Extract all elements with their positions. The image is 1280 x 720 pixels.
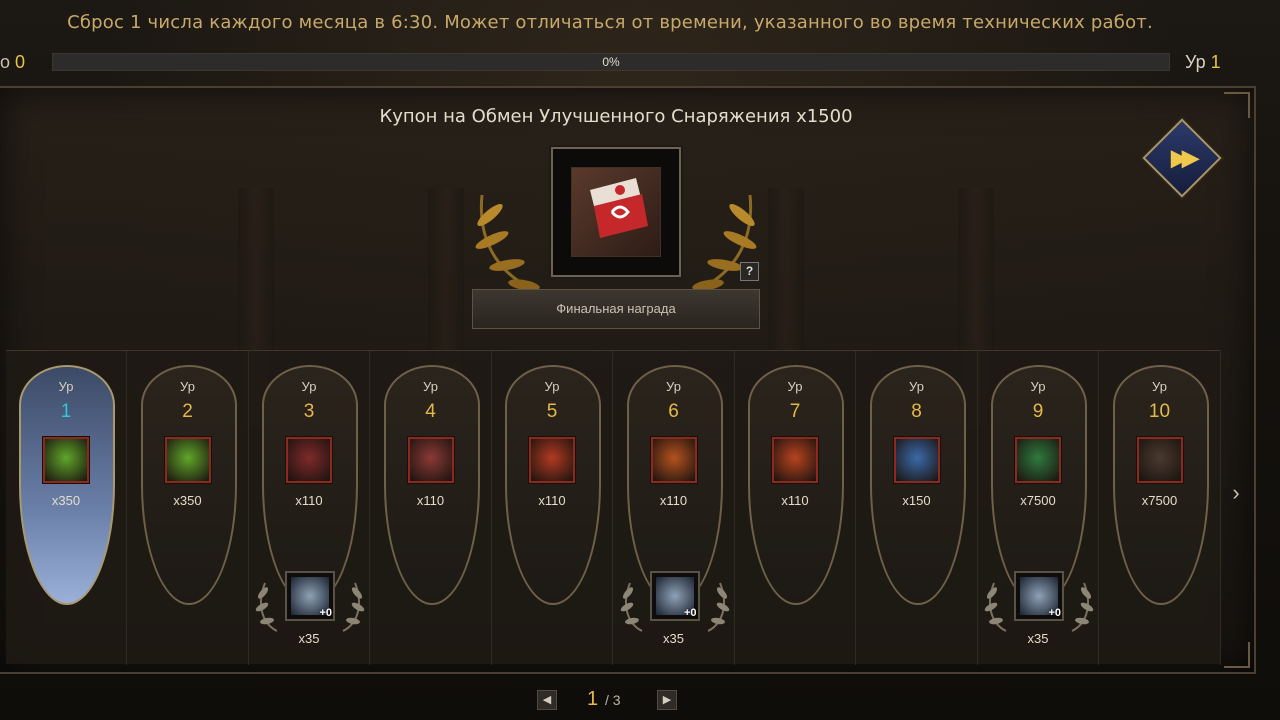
red-chest-icon[interactable] [529,437,575,483]
level-column-5[interactable]: Ур 5 x110 [492,351,613,665]
level-label: Ур [180,379,195,394]
reward-quantity: x110 [538,493,566,508]
reset-notice: Сброс 1 числа каждого месяца в 6:30. Мож… [67,12,1153,33]
final-reward-label: Финальная награда [472,289,760,329]
wreath-right-icon [342,582,365,632]
progress-text: 0% [602,55,620,69]
level-label: Ур [301,379,317,394]
blade-icon[interactable] [407,437,454,483]
exchange-coupon-icon [571,167,661,257]
bonus-quantity: x35 [298,631,320,646]
level-column-9[interactable]: Ур 9 x7500 +0 x35 [978,351,1099,665]
xp-value: 0 [15,52,26,72]
fast-forward-icon: ▶▶ [1171,145,1193,170]
page-current: 1 [587,688,599,710]
laurel-right-icon [684,194,757,297]
level-number: 10 [1148,401,1171,422]
angel-statue-icon[interactable] [286,437,332,483]
reward-quantity: x150 [902,493,931,508]
level-number: 2 [182,401,193,422]
level-column-4[interactable]: Ур 4 x110 [371,351,492,665]
level-label: Ур [423,379,438,394]
level-number: 9 [1032,401,1044,422]
reward-quantity: x350 [51,493,81,508]
level-label: Ур [1185,52,1206,72]
wreath-left-icon [984,582,1007,632]
level-label: Ур [58,379,74,394]
level-number: 3 [303,401,315,422]
xp-counter: о 0 [0,52,25,73]
prev-page-button[interactable]: ◀ [537,690,557,710]
level-column-8[interactable]: Ур 8 x150 [857,351,978,665]
armor-icon[interactable] [772,437,818,483]
progress-bar: 0% [52,53,1170,71]
wreath-right-icon [1071,582,1094,632]
final-reward-title: Купон на Обмен Улучшенного Снаряжения x1… [379,106,853,127]
next-page-button[interactable]: ▶ [657,690,677,710]
laurel-left-icon [475,194,548,297]
reward-quantity: x7500 [1020,493,1056,508]
green-chest-icon[interactable] [1015,437,1061,483]
reward-quantity: x110 [659,493,688,508]
level-label: Ур [666,379,681,394]
level-column-10[interactable]: Ур 10 x7500 [1100,351,1221,665]
wreath-right-icon [707,582,729,632]
xp-prefix: о [0,52,11,72]
level-number: 1 [60,401,72,422]
help-icon[interactable]: ? [740,262,759,281]
level-label: Ур [787,379,803,394]
level-column-1[interactable]: Ур 1 x350 [6,351,127,665]
current-level: Ур 1 [1185,52,1221,73]
green-scroll-icon[interactable] [164,437,211,483]
level-column-3[interactable]: Ур 3 x110 +0 x35 [249,351,370,665]
level-rewards-track: Ур 1 x350 Ур 2 x350 Ур 3 x110 +0 x35 Ур 4 x110 Ур 5 x110… [6,350,1221,665]
wreath-left-icon [255,582,278,632]
reward-quantity: x7500 [1141,493,1178,508]
page-total-value: 3 [612,692,621,708]
level-number: 7 [789,401,801,422]
reward-quantity: x110 [416,493,445,508]
blue-scroll-icon[interactable] [893,437,940,483]
bonus-quantity: x35 [1027,631,1049,646]
level-number: 6 [668,401,679,422]
corner-ornament [1224,92,1250,118]
level-label: Ур [1030,379,1046,394]
level-value: 1 [1210,52,1221,72]
level-column-6[interactable]: Ур 6 x110 +0 x35 [614,351,735,665]
level-number: 8 [911,401,922,422]
corner-ornament [1224,642,1250,668]
enhance-level: +0 [1048,607,1061,619]
final-reward-slot[interactable] [551,147,681,277]
green-scroll-icon[interactable] [43,437,89,483]
enhance-level: +0 [319,607,332,619]
level-number: 5 [546,401,558,422]
enhance-level: +0 [683,607,697,619]
wreath-left-icon [620,582,642,632]
level-label: Ур [909,379,924,394]
reward-quantity: x110 [295,493,323,508]
page-total: / 3 [605,692,621,708]
bonus-reward-slot[interactable]: +0 [1014,571,1064,621]
level-label: Ур [544,379,560,394]
reward-quantity: x350 [173,493,202,508]
level-column-2[interactable]: Ур 2 x350 [128,351,249,665]
bonus-reward-slot[interactable]: +0 [285,571,335,621]
level-column-7[interactable]: Ур 7 x110 [735,351,856,665]
coin-pouch-icon[interactable] [1136,437,1183,483]
level-number: 4 [425,401,436,422]
gold-chest-icon[interactable] [650,437,697,483]
level-label: Ур [1152,379,1167,394]
reward-quantity: x110 [781,493,809,508]
page-separator: / [605,692,609,708]
next-levels-arrow[interactable]: › [1226,480,1246,510]
bonus-reward-slot[interactable]: +0 [649,571,700,621]
pager: ◀ 1 / 3 ▶ [537,688,687,714]
bonus-quantity: x35 [663,631,684,646]
